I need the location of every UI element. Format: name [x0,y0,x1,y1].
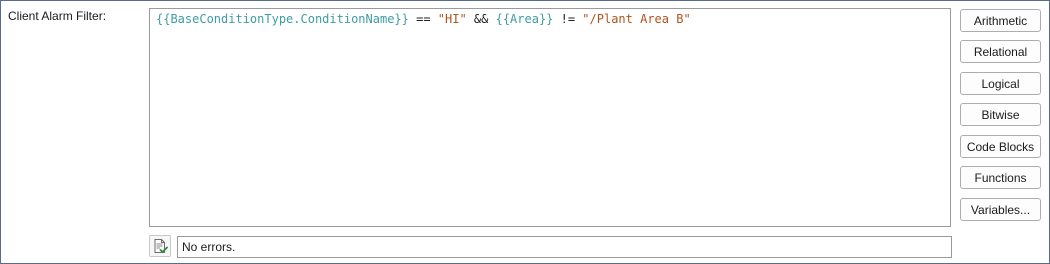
arithmetic-button[interactable]: Arithmetic [960,9,1041,32]
relational-button[interactable]: Relational [960,40,1041,63]
expression-token: == [408,12,438,26]
expression-token: {{Area}} [495,12,554,26]
validate-check-icon[interactable] [149,235,171,257]
document-check-icon [154,239,168,253]
expression-token: "HI" [437,12,467,26]
validation-status-message: No errors. [177,236,952,258]
functions-button[interactable]: Functions [960,166,1041,189]
client-alarm-filter-label: Client Alarm Filter: [8,9,107,23]
expression-token: "/Plant Area B" [582,12,691,26]
expression-token: && [466,12,496,26]
filter-expression-editor[interactable]: {{BaseConditionType.ConditionName}} == "… [149,8,951,227]
logical-button[interactable]: Logical [960,72,1041,95]
expression-token: != [553,12,583,26]
variables-button[interactable]: Variables... [960,198,1041,221]
client-alarm-filter-panel: Client Alarm Filter: {{BaseConditionType… [0,0,1050,264]
bitwise-button[interactable]: Bitwise [960,103,1041,126]
code-blocks-button[interactable]: Code Blocks [960,135,1041,158]
expression-token: {{BaseConditionType.ConditionName}} [156,12,409,26]
